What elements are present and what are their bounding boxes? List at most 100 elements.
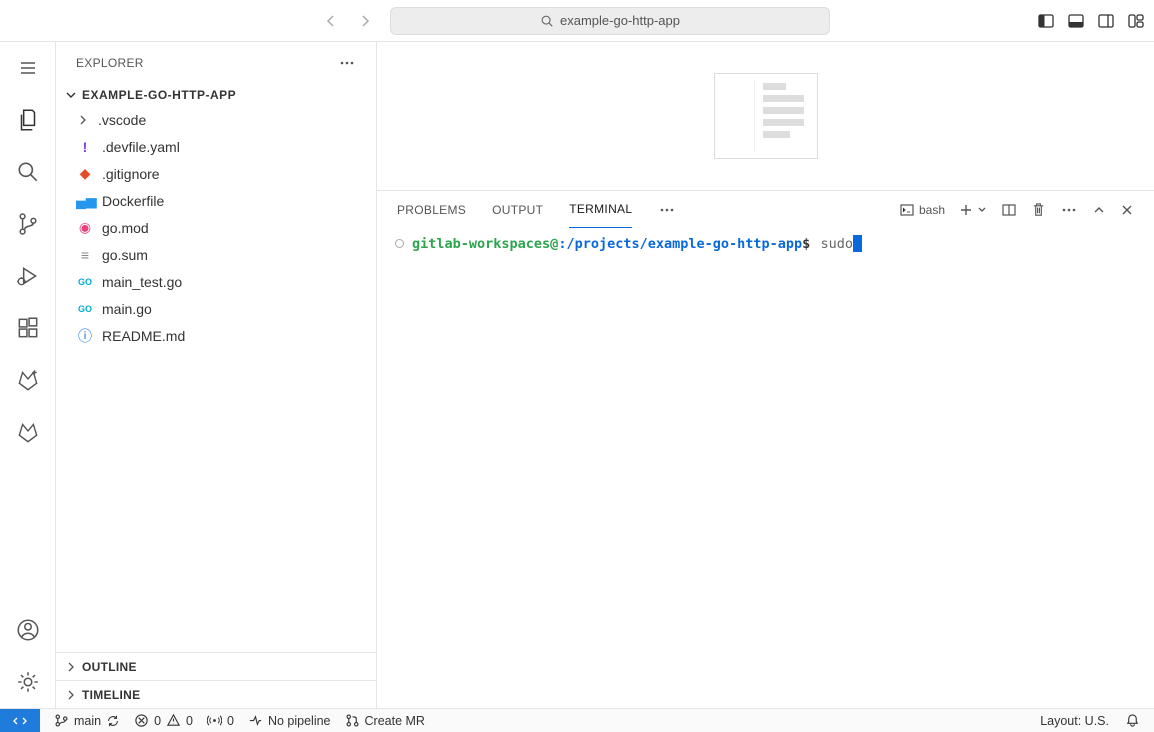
yaml-icon: ! <box>76 139 94 155</box>
keyboard-layout-indicator[interactable]: Layout: U.S. <box>1040 714 1109 728</box>
file-item-readme[interactable]: ⓘ README.md <box>68 322 376 349</box>
pipeline-icon <box>248 713 263 728</box>
tab-terminal[interactable]: TERMINAL <box>569 191 632 228</box>
kill-terminal-button[interactable] <box>1031 202 1046 217</box>
chevron-right-icon <box>64 660 78 674</box>
file-name: README.md <box>102 328 185 344</box>
pipeline-indicator[interactable]: No pipeline <box>248 713 331 728</box>
chevron-right-icon <box>76 113 90 127</box>
menu-button[interactable] <box>14 54 42 82</box>
text-file-icon: ≡ <box>76 247 94 263</box>
customize-layout-button[interactable] <box>1126 11 1146 31</box>
explorer-sidebar: EXPLORER EXAMPLE-GO-HTTP-APP .vscode ! .… <box>55 42 377 708</box>
file-item-maintest[interactable]: GO main_test.go <box>68 268 376 295</box>
activity-bar <box>0 42 55 708</box>
ports-indicator[interactable]: 0 <box>207 713 234 728</box>
terminal-profile-button[interactable]: bash <box>899 202 945 218</box>
outline-label: OUTLINE <box>82 660 137 674</box>
sidebar-more-button[interactable] <box>338 54 356 72</box>
problems-indicator[interactable]: 0 0 <box>134 713 193 728</box>
source-control-button[interactable] <box>14 210 42 238</box>
errors-count: 0 <box>154 714 161 728</box>
arrow-left-icon <box>323 13 339 29</box>
file-name: go.sum <box>102 247 148 263</box>
git-icon: ◆ <box>76 165 94 182</box>
file-item-gosum[interactable]: ≡ go.sum <box>68 241 376 268</box>
file-item-devfile[interactable]: ! .devfile.yaml <box>68 133 376 160</box>
run-debug-button[interactable] <box>14 262 42 290</box>
ellipsis-icon <box>338 54 356 72</box>
file-list: .vscode ! .devfile.yaml ◆ .gitignore ▄▅ … <box>56 106 376 349</box>
menu-icon <box>18 58 38 78</box>
notifications-button[interactable] <box>1125 713 1140 728</box>
go-icon: GO <box>76 304 94 314</box>
gear-icon <box>15 669 41 695</box>
empty-editor-icon <box>714 73 818 159</box>
file-name: .devfile.yaml <box>102 139 180 155</box>
extensions-button[interactable] <box>14 314 42 342</box>
maximize-panel-button[interactable] <box>1092 203 1106 217</box>
nav-arrows <box>318 8 378 34</box>
plus-icon <box>959 203 973 217</box>
shell-name: bash <box>919 203 945 217</box>
pipeline-text: No pipeline <box>268 714 331 728</box>
arrow-right-icon <box>357 13 373 29</box>
tab-output[interactable]: OUTPUT <box>492 191 543 228</box>
file-item-gomod[interactable]: ◉ go.mod <box>68 214 376 241</box>
debug-icon <box>15 263 41 289</box>
account-icon <box>15 617 41 643</box>
create-mr-text: Create MR <box>365 714 425 728</box>
timeline-section[interactable]: TIMELINE <box>56 680 376 708</box>
terminal-line: gitlab-workspaces@ :/projects/example-go… <box>395 235 1136 252</box>
toggle-primary-sidebar-button[interactable] <box>1036 11 1056 31</box>
tab-problems[interactable]: PROBLEMS <box>397 191 466 228</box>
file-item-vscode[interactable]: .vscode <box>68 106 376 133</box>
remote-icon <box>12 713 28 729</box>
split-terminal-button[interactable] <box>1001 202 1017 218</box>
branch-name: main <box>74 714 101 728</box>
folder-name: EXAMPLE-GO-HTTP-APP <box>82 88 236 102</box>
chevron-up-icon <box>1092 203 1106 217</box>
close-panel-button[interactable] <box>1120 203 1134 217</box>
file-name: go.mod <box>102 220 149 236</box>
status-bar: main 0 0 0 No pipeline Create MR Layout:… <box>0 708 1154 732</box>
gitlab-workflow-button[interactable] <box>14 366 42 394</box>
terminal-prompt: $ <box>802 236 810 252</box>
nav-back-button[interactable] <box>318 8 344 34</box>
command-center[interactable]: example-go-http-app <box>390 7 830 35</box>
outline-section[interactable]: OUTLINE <box>56 652 376 680</box>
nav-forward-button[interactable] <box>352 8 378 34</box>
folder-header[interactable]: EXAMPLE-GO-HTTP-APP <box>56 84 376 106</box>
files-icon <box>15 107 41 133</box>
file-item-gitignore[interactable]: ◆ .gitignore <box>68 160 376 187</box>
terminal-view[interactable]: gitlab-workspaces@ :/projects/example-go… <box>377 229 1154 708</box>
file-name: Dockerfile <box>102 193 164 209</box>
file-item-dockerfile[interactable]: ▄▅ Dockerfile <box>68 187 376 214</box>
terminal-user: gitlab-workspaces@ <box>412 236 558 252</box>
ellipsis-icon <box>658 201 676 219</box>
layout-text: Layout: U.S. <box>1040 714 1109 728</box>
panel-more-button[interactable] <box>1060 201 1078 219</box>
settings-button[interactable] <box>14 668 42 696</box>
panel-tabs-more[interactable] <box>658 191 676 228</box>
merge-icon <box>345 713 360 728</box>
gitlab-button[interactable] <box>14 418 42 446</box>
toggle-secondary-sidebar-button[interactable] <box>1096 11 1116 31</box>
info-icon: ⓘ <box>76 326 94 346</box>
layout-sidebar-right-icon <box>1097 12 1115 30</box>
ports-count: 0 <box>227 714 234 728</box>
split-icon <box>1001 202 1017 218</box>
explorer-button[interactable] <box>14 106 42 134</box>
branch-indicator[interactable]: main <box>54 713 120 728</box>
trash-icon <box>1031 202 1046 217</box>
accounts-button[interactable] <box>14 616 42 644</box>
toggle-panel-button[interactable] <box>1066 11 1086 31</box>
titlebar: example-go-http-app <box>0 0 1154 42</box>
search-icon <box>15 159 41 185</box>
new-terminal-button[interactable] <box>959 203 987 217</box>
create-mr-button[interactable]: Create MR <box>345 713 425 728</box>
remote-indicator[interactable] <box>0 709 40 732</box>
gitlab-plus-icon <box>15 367 41 393</box>
search-button[interactable] <box>14 158 42 186</box>
file-item-main[interactable]: GO main.go <box>68 295 376 322</box>
